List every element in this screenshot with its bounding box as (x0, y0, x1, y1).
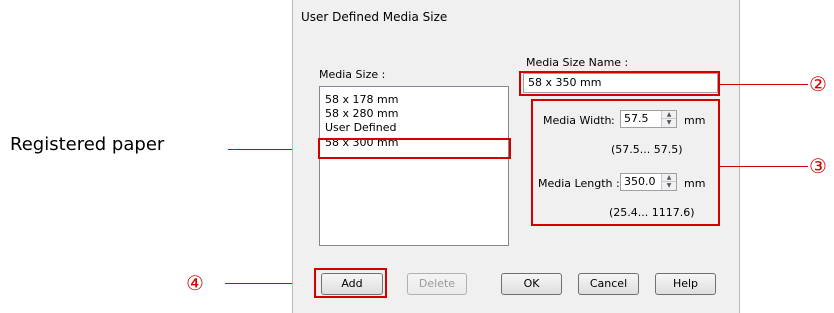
callout-3-leader (720, 166, 808, 167)
media-size-name-label: Media Size Name : (526, 56, 629, 69)
media-size-label: Media Size : (319, 68, 386, 81)
media-dimensions-highlight (531, 99, 720, 226)
list-item[interactable]: 58 x 280 mm (325, 107, 398, 121)
callout-4: ④ (186, 271, 204, 295)
add-button-highlight (314, 268, 387, 298)
dialog-title: User Defined Media Size (301, 10, 448, 24)
list-item[interactable]: 58 x 178 mm (325, 93, 398, 107)
delete-button[interactable]: Delete (407, 273, 467, 295)
callout-2: ② (809, 72, 827, 96)
callout-3: ③ (809, 154, 827, 178)
media-size-name-highlight (519, 71, 720, 96)
registered-paper-highlight (318, 138, 511, 159)
media-size-list[interactable]: 58 x 178 mm 58 x 280 mm User Defined 58 … (319, 86, 509, 246)
cancel-button[interactable]: Cancel (578, 273, 639, 295)
list-item[interactable]: User Defined (325, 121, 396, 135)
help-button[interactable]: Help (655, 273, 716, 295)
registered-paper-label: Registered paper (10, 134, 165, 155)
callout-2-leader (720, 84, 808, 85)
ok-button[interactable]: OK (501, 273, 562, 295)
